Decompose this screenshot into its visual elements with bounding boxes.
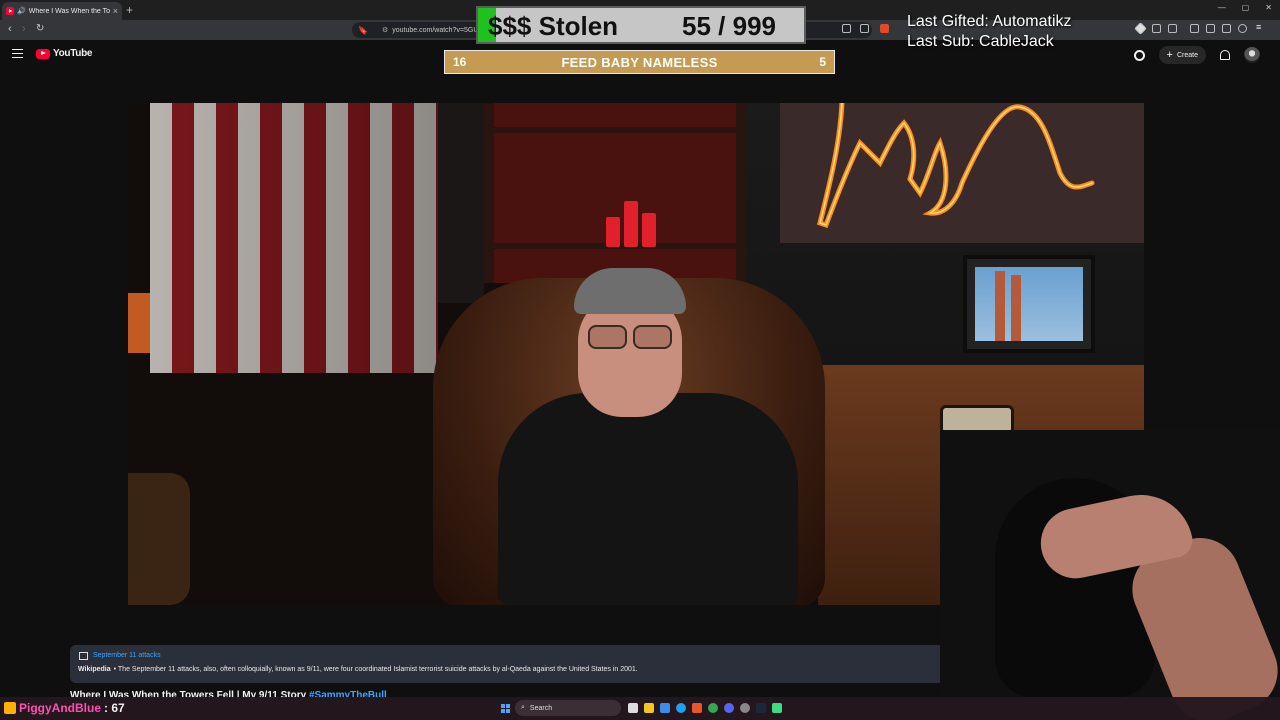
extension-icon[interactable] [1152,24,1161,33]
extension-icon[interactable] [1168,24,1177,33]
url-text: youtube.com/watch?v=5GU [392,26,479,34]
candle-shape [642,213,656,247]
brave-shield-icon[interactable] [880,24,889,33]
bookmark-icon[interactable]: 🔖 [358,26,368,35]
browser-tab-active[interactable]: 🔊 Where I Was When the Towers × [2,2,122,20]
flat-cap-shape [574,268,686,314]
candle-shape [624,201,638,247]
neon-bull-sign-image [780,103,1144,243]
glasses-shape [588,325,672,349]
bookshelf-shape [484,103,746,283]
feed-baby-bar: 16 FEED BABY NAMELESS 5 [444,50,835,74]
new-tab-button[interactable]: + [126,3,133,17]
framed-towers-picture [963,255,1095,353]
create-label: Create [1176,51,1198,59]
extension-icon[interactable] [860,24,869,33]
obs-icon[interactable] [740,703,750,713]
brave-icon[interactable] [692,703,702,713]
taskbar-search[interactable]: ⌕ Search [515,700,621,716]
shelf-board [494,127,736,133]
extensions-puzzle-icon[interactable] [1222,24,1231,33]
youtube-favicon-icon [6,7,14,15]
account-avatar[interactable] [1244,47,1260,63]
feed-left-value: 16 [453,55,467,69]
feed-right-value: 5 [819,55,826,69]
media-icon[interactable] [1190,24,1199,33]
chat-value: : 67 [104,701,125,715]
info-panel-body: Wikipedia • The September 11 attacks, als… [78,666,638,673]
back-arrow-icon[interactable]: ‹ [8,23,12,35]
forward-arrow-icon[interactable]: › [22,23,26,35]
extension-diamond-icon[interactable] [1134,22,1147,35]
barrel-shape [128,473,190,605]
info-panel: September 11 attacks Wikipedia • The Sept… [70,645,990,683]
close-window-button[interactable]: ✕ [1265,3,1272,12]
info-panel-source[interactable]: Wikipedia [78,666,111,673]
tab-close-icon[interactable]: × [113,6,118,16]
lamp-shape [128,293,150,353]
reload-icon[interactable]: ↻ [36,23,44,34]
picture-sky [975,267,1083,341]
american-flag-image [150,103,438,373]
search-icon: ⌕ [521,704,525,711]
hamburger-menu-icon[interactable] [12,49,23,58]
last-sub-text: Last Sub: CableJack [907,33,1054,50]
stolen-label: $$$ Stolen [488,11,619,41]
windows-start-icon[interactable] [501,704,510,713]
task-view-icon[interactable] [628,703,638,713]
info-panel-title-link[interactable]: September 11 attacks [93,652,161,659]
minimize-button[interactable]: — [1218,3,1226,12]
site-info-icon[interactable]: ⚙ [382,26,388,34]
create-button[interactable]: + Create [1158,46,1206,64]
sidebar-icon[interactable] [1206,24,1215,33]
window-controls: — ▢ ✕ [1218,3,1272,12]
discord-icon[interactable] [724,703,734,713]
chat-username: PiggyAndBlue [19,701,102,715]
vpn-icon[interactable] [1238,24,1247,33]
tower-shape [1011,275,1021,341]
stolen-count: 55 / 999 [682,11,776,41]
store-icon[interactable] [660,703,670,713]
tab-title: Where I Was When the Towers [28,7,110,15]
menu-icon[interactable]: ≡ [1256,22,1265,32]
app-icon[interactable] [772,703,782,713]
chrome-icon[interactable] [708,703,718,713]
header-actions: + Create [1133,46,1260,64]
youtube-logo[interactable]: YouTube [36,48,93,59]
candle-shape [606,217,620,247]
info-panel-text: • The September 11 attacks, also, often … [113,666,638,673]
taskbar-search-label: Search [529,704,553,712]
maximize-button[interactable]: ▢ [1242,3,1250,12]
plus-icon: + [1166,49,1173,61]
last-gifted-text: Last Gifted: Automatikz [907,13,1072,30]
steam-icon[interactable] [756,703,766,713]
feed-title: FEED BABY NAMELESS [561,54,718,70]
stream-alerts: Last Gifted: Automatikz Last Sub: CableJ… [907,12,1072,52]
brick-wall-shape [438,103,484,303]
stolen-progress-bar: $$$ Stolen 55 / 999 [476,6,806,44]
cast-icon[interactable] [1133,49,1145,61]
file-explorer-icon[interactable] [644,703,654,713]
article-icon [79,652,88,660]
person-body-shape [498,393,798,605]
speaker-icon[interactable]: 🔊 [17,7,26,15]
chat-message: PiggyAndBlue : 67 [4,701,125,715]
windows-taskbar [0,697,1280,720]
tower-shape [995,271,1005,341]
notifications-bell-icon[interactable] [1220,50,1230,60]
chat-badge-icon [4,702,16,714]
extension-icon[interactable] [842,24,851,33]
youtube-logo-text: YouTube [53,48,93,59]
youtube-play-icon [36,48,50,59]
edge-icon[interactable] [676,703,686,713]
